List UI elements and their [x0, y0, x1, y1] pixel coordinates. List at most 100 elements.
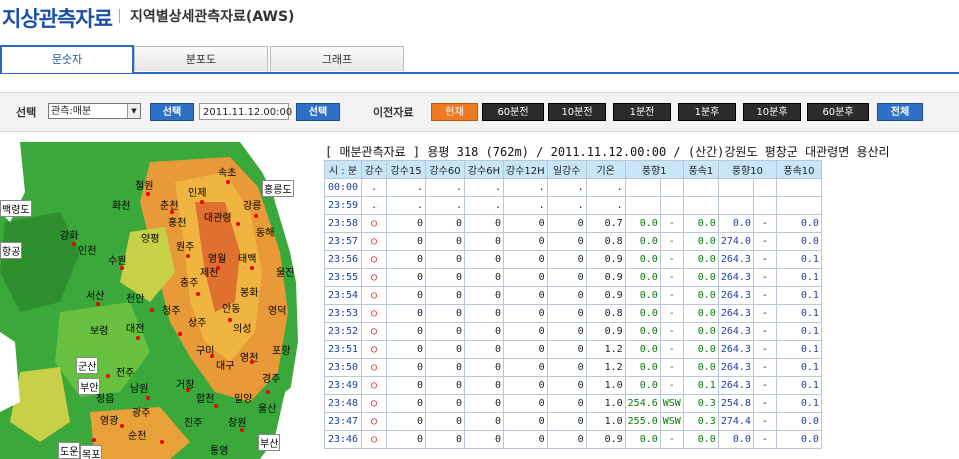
cell-daily-rain: 0	[546, 358, 587, 377]
map-label: 태백	[238, 254, 257, 265]
tab-numbers[interactable]: 문숫자	[0, 45, 134, 73]
col-temp: 기온	[585, 160, 626, 179]
nav-now-button[interactable]: 현재	[431, 103, 478, 121]
cell-wind-dir10: 254.8	[717, 394, 754, 413]
station-dot[interactable]	[196, 292, 200, 296]
map-label: 대관령	[204, 213, 232, 224]
cell-wind-dir1	[624, 196, 661, 215]
cell-time[interactable]: 23:52	[324, 322, 362, 341]
nav-1min-before-button[interactable]: 1분전	[613, 103, 671, 121]
station-dot[interactable]	[266, 390, 270, 394]
cell-temp: .	[585, 178, 626, 197]
station-dot[interactable]	[92, 438, 96, 442]
cell-wind-speed1: 0.0	[682, 250, 719, 269]
show-all-button[interactable]: 전체	[877, 103, 923, 121]
station-dot[interactable]	[96, 302, 100, 306]
station-dot[interactable]	[186, 388, 190, 392]
cell-time[interactable]: 23:47	[324, 412, 362, 431]
station-dot[interactable]	[216, 266, 220, 270]
nav-60min-after-button[interactable]: 60분후	[807, 103, 869, 121]
station-dot[interactable]	[236, 222, 240, 226]
select-time-button[interactable]: 선택	[296, 103, 340, 121]
station-dot[interactable]	[240, 428, 244, 432]
cell-time[interactable]: 23:49	[324, 376, 362, 395]
cell-wind-speed1: 0.0	[682, 322, 719, 341]
cell-wind-dir10-code: -	[752, 250, 777, 269]
cell-time[interactable]: 23:54	[324, 286, 362, 305]
page-header: 지상관측자료 지역별상세관측자료(AWS)	[0, 0, 959, 36]
cell-rain6h: 0	[464, 430, 504, 449]
station-dot[interactable]	[254, 214, 258, 218]
cell-rain12h: 0	[503, 304, 548, 323]
cell-time[interactable]: 23:50	[324, 358, 362, 377]
cell-wind-dir10: 264.3	[717, 340, 754, 359]
station-dot[interactable]	[200, 200, 204, 204]
cell-wind-dir10-code: -	[752, 340, 777, 359]
station-dot[interactable]	[160, 440, 164, 444]
cell-wind-dir10-code: -	[752, 268, 777, 287]
station-dot[interactable]	[146, 396, 150, 400]
cell-daily-rain: 0	[546, 322, 587, 341]
cell-time[interactable]: 23:46	[324, 430, 362, 449]
cell-time[interactable]: 23:53	[324, 304, 362, 323]
map-label: 보령	[90, 326, 109, 337]
cell-time[interactable]: 23:58	[324, 214, 362, 233]
cell-time[interactable]: 23:51	[324, 340, 362, 359]
station-dot[interactable]	[214, 404, 218, 408]
cell-time[interactable]: 23:48	[324, 394, 362, 413]
cell-rain15: 0	[386, 358, 426, 377]
map-label: 안동	[222, 304, 241, 315]
observation-type-select[interactable]: 관측:매분 ▼	[48, 103, 141, 119]
station-dot[interactable]	[250, 266, 254, 270]
cell-time[interactable]: 23:55	[324, 268, 362, 287]
cell-wind-dir10-code	[752, 196, 777, 215]
station-dot[interactable]	[150, 308, 154, 312]
col-rain6h: 강수6H	[464, 160, 504, 179]
cell-rain15: 0	[386, 214, 426, 233]
select-type-button[interactable]: 선택	[150, 103, 194, 121]
tab-distribution[interactable]: 분포도	[134, 46, 268, 71]
map-label: 홍릉도	[262, 180, 294, 197]
station-dot[interactable]	[136, 336, 140, 340]
nav-60min-before-button[interactable]: 60분전	[482, 103, 544, 121]
station-dot[interactable]	[250, 360, 254, 364]
cell-wind-speed10: 0.1	[775, 286, 822, 305]
nav-10min-after-button[interactable]: 10분후	[743, 103, 801, 121]
station-dot[interactable]	[72, 242, 76, 246]
station-dot[interactable]	[146, 192, 150, 196]
cell-time[interactable]: 23:57	[324, 232, 362, 251]
table-title: [ 매분관측자료 ] 용평 318 (762m) / 2011.11.12.00…	[325, 145, 890, 159]
station-dot[interactable]	[210, 354, 214, 358]
station-dot[interactable]	[106, 374, 110, 378]
chevron-down-icon[interactable]: ▼	[127, 104, 140, 118]
cell-wind-dir10-code	[752, 178, 777, 197]
station-dot[interactable]	[120, 266, 124, 270]
cell-time[interactable]: 23:59	[324, 196, 362, 215]
station-dot[interactable]	[226, 180, 230, 184]
nav-1min-after-button[interactable]: 1분후	[678, 103, 736, 121]
station-map[interactable]: 속초 철원 춘천 인제 홍천 대관령 강릉 동해 화천 강화 인천 수원 양평 …	[0, 142, 298, 459]
cell-time[interactable]: 00:00	[324, 178, 362, 197]
select-value: 관측:매분	[51, 106, 92, 117]
table-row: 23:52 ○ 0 0 0 0 0 0.9 0.0-0.0 264.3-0.1	[324, 322, 822, 341]
station-dot[interactable]	[178, 332, 182, 336]
cell-time[interactable]: 23:56	[324, 250, 362, 269]
nav-10min-before-button[interactable]: 10분전	[548, 103, 606, 121]
cell-rain: ○	[361, 286, 387, 305]
table-row: 23:59.......	[324, 196, 822, 215]
cell-wind-speed10: 0.1	[775, 340, 822, 359]
cell-temp: 1.0	[585, 412, 626, 431]
map-label: 백령도	[0, 200, 32, 217]
tab-graph[interactable]: 그래프	[270, 46, 404, 71]
station-dot[interactable]	[228, 318, 232, 322]
map-label: 홍천	[168, 218, 187, 229]
cell-rain12h: 0	[503, 232, 548, 251]
cell-wind-dir10-code: -	[752, 430, 777, 449]
station-dot[interactable]	[120, 424, 124, 428]
cell-wind-dir10	[717, 178, 754, 197]
cell-rain15: .	[386, 196, 426, 215]
datetime-input[interactable]: 2011.11.12.00:00	[199, 103, 292, 120]
station-dot[interactable]	[186, 254, 190, 258]
select-label: 선택	[16, 106, 37, 119]
station-dot[interactable]	[170, 210, 174, 214]
